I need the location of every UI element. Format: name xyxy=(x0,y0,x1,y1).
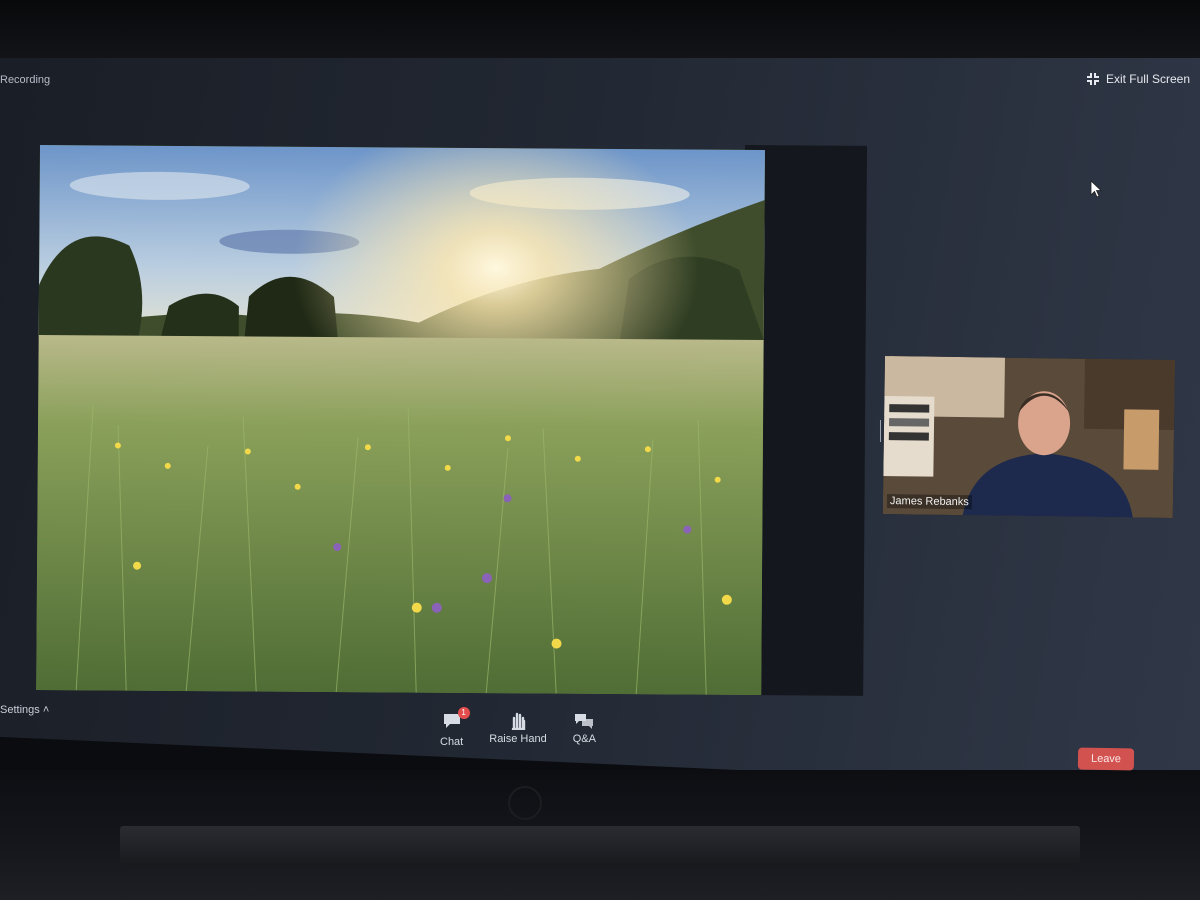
chat-button[interactable]: 1 Chat xyxy=(440,707,470,748)
laptop-hinge xyxy=(120,826,1080,866)
settings-button[interactable]: Settings ˄ xyxy=(0,704,49,716)
chevron-up-icon: ˄ xyxy=(42,704,50,716)
leave-button[interactable]: Leave xyxy=(1077,747,1135,771)
raise-hand-icon xyxy=(511,712,526,730)
shared-screen[interactable] xyxy=(36,145,765,696)
laptop-logo xyxy=(508,786,542,820)
meeting-toolbar: 1 Chat Raise Hand Q&A xyxy=(440,707,596,748)
speaker-name-label: James Rebanks xyxy=(886,494,972,510)
chat-label: Chat xyxy=(440,736,464,748)
exit-fullscreen-button[interactable]: Exit Full Screen xyxy=(1086,72,1190,86)
mouse-cursor-icon xyxy=(1090,180,1102,198)
exit-fullscreen-label: Exit Full Screen xyxy=(1105,72,1190,86)
exit-fullscreen-icon xyxy=(1086,73,1099,85)
laptop-bezel-top xyxy=(0,0,1200,60)
settings-label: Settings xyxy=(0,704,40,716)
raise-hand-label: Raise Hand xyxy=(489,733,547,745)
qa-button[interactable]: Q&A xyxy=(573,712,596,748)
recording-indicator: Recording xyxy=(0,74,51,86)
meadow-photo xyxy=(36,145,765,696)
qa-label: Q&A xyxy=(572,733,596,745)
raise-hand-button[interactable]: Raise Hand xyxy=(489,712,547,748)
qa-icon xyxy=(575,714,594,729)
chat-unread-badge: 1 xyxy=(457,707,470,719)
speaker-video-tile[interactable]: James Rebanks xyxy=(882,356,1175,519)
